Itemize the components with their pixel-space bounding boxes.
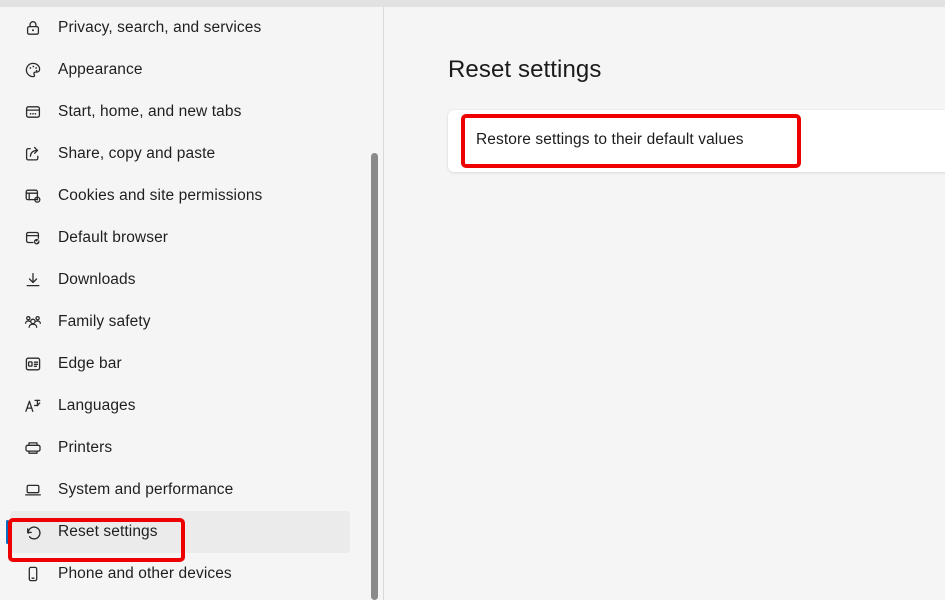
sidebar-item-printers[interactable]: Printers [10, 427, 350, 469]
reset-circular-arrow-icon [22, 521, 44, 543]
sidebar-item-downloads[interactable]: Downloads [10, 259, 350, 301]
sidebar-selection-indicator [6, 520, 9, 544]
sidebar-item-label: Reset settings [58, 524, 158, 540]
sidebar-item-label: Appearance [58, 62, 143, 78]
sidebar-item-reset-settings[interactable]: Reset settings [10, 511, 350, 553]
family-people-icon [22, 311, 44, 333]
download-arrow-icon [22, 269, 44, 291]
sidebar-item-edge-bar[interactable]: Edge bar [10, 343, 350, 385]
sidebar-scrollbar-track[interactable] [369, 7, 381, 600]
sidebar-item-default-browser[interactable]: Default browser [10, 217, 350, 259]
reset-settings-card: Restore settings to their default values [448, 110, 945, 172]
page-title: Reset settings [448, 56, 601, 85]
sidebar-item-label: Downloads [58, 272, 136, 288]
sidebar-item-phone-and-other-devices[interactable]: Phone and other devices [10, 553, 350, 595]
sidebar-nav-list: Privacy, search, and services Appearance S… [0, 7, 360, 595]
sidebar-item-label: Edge bar [58, 356, 122, 372]
sidebar-item-family-safety[interactable]: Family safety [10, 301, 350, 343]
share-icon [22, 143, 44, 165]
sidebar-item-system-and-performance[interactable]: System and performance [10, 469, 350, 511]
sidebar-item-label: Share, copy and paste [58, 146, 215, 162]
sidebar-scrollbar-thumb[interactable] [371, 153, 378, 600]
phone-icon [22, 563, 44, 585]
sidebar-item-label: Start, home, and new tabs [58, 104, 241, 120]
sidebar-item-cookies-and-site-permissions[interactable]: Cookies and site permissions [10, 175, 350, 217]
languages-letter-icon [22, 395, 44, 417]
sidebar-item-start-home-and-new-tabs[interactable]: Start, home, and new tabs [10, 91, 350, 133]
laptop-icon [22, 479, 44, 501]
sidebar-item-share-copy-and-paste[interactable]: Share, copy and paste [10, 133, 350, 175]
sidebar-item-privacy-search-and-services[interactable]: Privacy, search, and services [10, 7, 350, 49]
printer-icon [22, 437, 44, 459]
sidebar-item-label: Default browser [58, 230, 168, 246]
edge-bar-panel-icon [22, 353, 44, 375]
sidebar-item-label: Family safety [58, 314, 151, 330]
settings-window: Privacy, search, and services Appearance S… [0, 0, 945, 600]
sidebar-item-languages[interactable]: Languages [10, 385, 350, 427]
settings-content-pane: Reset settings Restore settings to their… [384, 7, 945, 600]
restore-defaults-row-label[interactable]: Restore settings to their default values [476, 131, 744, 148]
sidebar-item-label: Languages [58, 398, 136, 414]
sidebar-item-label: Phone and other devices [58, 566, 232, 582]
sidebar-item-label: Privacy, search, and services [58, 20, 261, 36]
browser-check-icon [22, 227, 44, 249]
sidebar-item-label: Cookies and site permissions [58, 188, 262, 204]
window-top-strip [0, 0, 945, 7]
sidebar-item-appearance[interactable]: Appearance [10, 49, 350, 91]
settings-sidebar: Privacy, search, and services Appearance S… [0, 7, 383, 600]
new-tab-window-icon [22, 101, 44, 123]
palette-icon [22, 59, 44, 81]
sidebar-item-label: System and performance [58, 482, 233, 498]
sidebar-item-label: Printers [58, 440, 112, 456]
lock-icon [22, 17, 44, 39]
cookies-gear-icon [22, 185, 44, 207]
